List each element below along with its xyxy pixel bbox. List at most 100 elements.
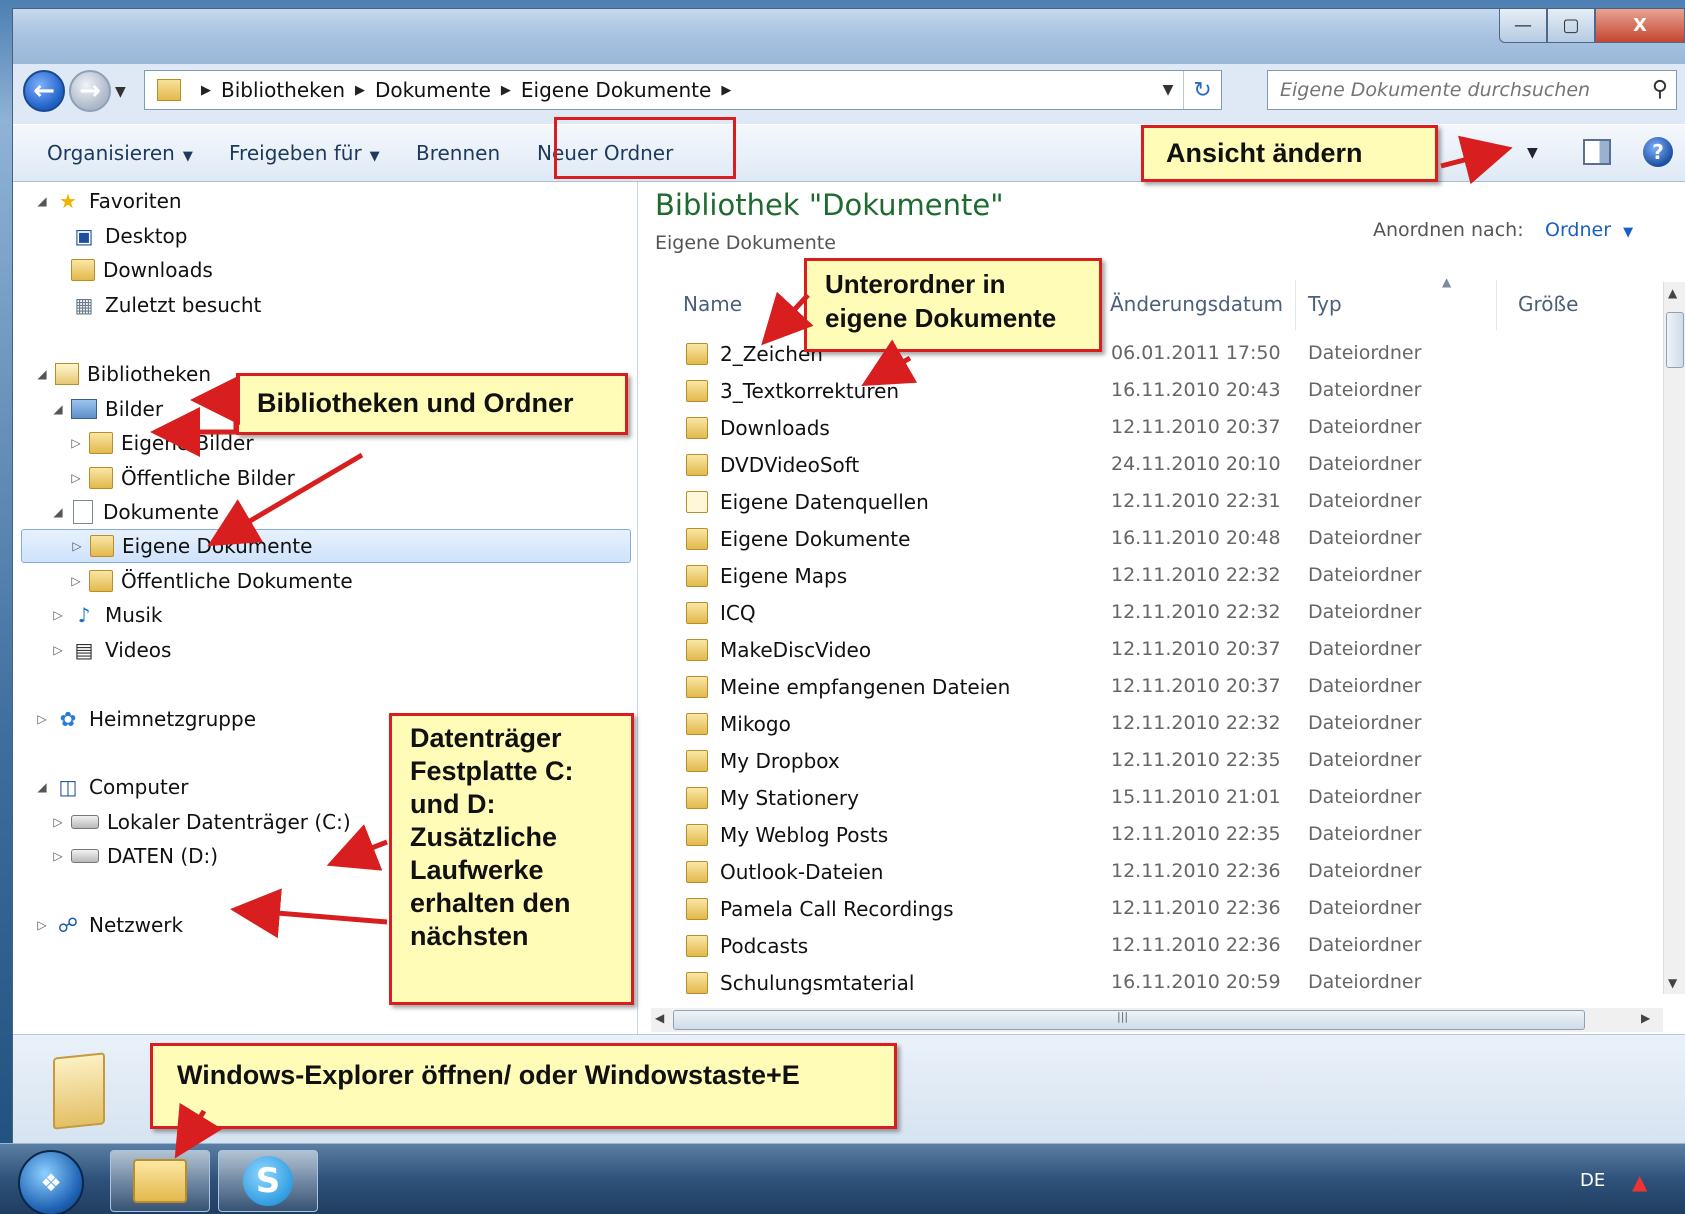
- tree-libraries[interactable]: ◢ Bibliotheken: [33, 357, 211, 391]
- breadcrumb-my-documents[interactable]: Eigene Dokumente: [521, 78, 711, 102]
- file-row[interactable]: 3_Textkorrekturen 16.11.2010 20:43 Dateior…: [638, 372, 1648, 409]
- tree-public-pictures[interactable]: ▷ Öffentliche Bilder: [67, 461, 294, 495]
- expanded-arrow-icon[interactable]: ◢: [49, 402, 67, 416]
- tree-my-pictures[interactable]: ▷ Eigene Bilder: [67, 426, 253, 460]
- tree-public-documents[interactable]: ▷ Öffentliche Dokumente: [67, 564, 352, 598]
- file-row[interactable]: Meine empfangenen Dateien 12.11.2010 20:3…: [638, 668, 1648, 705]
- scroll-down-icon[interactable]: ▼: [1668, 976, 1677, 990]
- collapsed-arrow-icon[interactable]: ▷: [68, 539, 86, 553]
- column-divider[interactable]: [1496, 280, 1497, 330]
- scrollbar-thumb[interactable]: [1666, 312, 1684, 368]
- column-header-name[interactable]: Name: [683, 292, 742, 316]
- tree-music[interactable]: ▷ ♪ Musik: [49, 598, 162, 632]
- collapsed-arrow-icon[interactable]: ▷: [67, 574, 85, 588]
- vertical-scrollbar[interactable]: ▲ ▼: [1663, 282, 1685, 994]
- file-row[interactable]: My Stationery 15.11.2010 21:01 Dateiordner: [638, 779, 1648, 816]
- file-row[interactable]: Eigene Maps 12.11.2010 22:32 Dateiordner: [638, 557, 1648, 594]
- close-button[interactable]: X: [1595, 9, 1685, 43]
- tree-libraries-label: Bibliotheken: [87, 362, 211, 386]
- forward-arrow-icon[interactable]: →: [69, 70, 111, 112]
- tree-computer[interactable]: ◢ ◫ Computer: [33, 770, 188, 804]
- tree-favorites[interactable]: ◢ ★ Favoriten: [33, 184, 181, 218]
- expanded-arrow-icon[interactable]: ◢: [33, 194, 51, 208]
- view-dropdown-icon[interactable]: ▼: [1527, 145, 1538, 161]
- collapsed-arrow-icon[interactable]: ▷: [67, 436, 85, 450]
- tree-homegroup[interactable]: ▷ ✿ Heimnetzgruppe: [33, 702, 256, 736]
- column-header-date[interactable]: Änderungsdatum: [1110, 292, 1283, 316]
- minimize-button[interactable]: —: [1499, 9, 1547, 43]
- expanded-arrow-icon[interactable]: ◢: [33, 780, 51, 794]
- file-row[interactable]: ICQ 12.11.2010 22:32 Dateiordner: [638, 594, 1648, 631]
- file-row[interactable]: Outlook-Dateien 12.11.2010 22:36 Dateiordn…: [638, 853, 1648, 890]
- burn-button[interactable]: Brennen: [416, 141, 500, 165]
- breadcrumb-libraries[interactable]: Bibliotheken: [221, 78, 345, 102]
- expanded-arrow-icon[interactable]: ◢: [33, 367, 51, 381]
- file-row[interactable]: Schulungsmtaterial 16.11.2010 20:59 Dateio…: [638, 964, 1648, 1001]
- scroll-up-icon[interactable]: ▲: [1668, 286, 1677, 300]
- collapsed-arrow-icon[interactable]: ▷: [49, 815, 67, 829]
- help-icon[interactable]: ?: [1643, 137, 1673, 167]
- file-row[interactable]: 2_Zeichen 06.01.2011 17:50 Dateiordner: [638, 335, 1648, 372]
- organize-menu-button[interactable]: Organisieren ▼: [47, 141, 193, 165]
- file-row[interactable]: Podcasts 12.11.2010 22:36 Dateiordner: [638, 927, 1648, 964]
- file-row[interactable]: Downloads 12.11.2010 20:37 Dateiordner: [638, 409, 1648, 446]
- maximize-button[interactable]: ▢: [1547, 9, 1595, 43]
- taskbar-explorer-button[interactable]: [110, 1150, 210, 1212]
- tree-documents[interactable]: ◢ Dokumente: [49, 495, 219, 529]
- file-row[interactable]: DVDVideoSoft 24.11.2010 20:10 Dateiordner: [638, 446, 1648, 483]
- tree-my-documents[interactable]: ▷ Eigene Dokumente: [21, 529, 631, 563]
- back-arrow-icon[interactable]: ←: [23, 70, 65, 112]
- file-row[interactable]: Mikogo 12.11.2010 22:32 Dateiordner: [638, 705, 1648, 742]
- share-menu-button[interactable]: Freigeben für ▼: [229, 141, 380, 165]
- horizontal-scrollbar[interactable]: ◀ ||| ▶: [651, 1008, 1663, 1032]
- breadcrumb-documents[interactable]: Dokumente: [375, 78, 491, 102]
- refresh-icon[interactable]: ↻: [1183, 71, 1221, 109]
- chevron-right-icon[interactable]: ▶: [501, 83, 511, 98]
- taskbar-skype-button[interactable]: S: [218, 1150, 318, 1212]
- tree-pictures[interactable]: ◢ Bilder: [49, 392, 163, 426]
- address-history-dropdown-icon[interactable]: ▼: [1153, 82, 1183, 98]
- expanded-arrow-icon[interactable]: ◢: [49, 505, 67, 519]
- folder-icon: [686, 380, 708, 402]
- search-icon[interactable]: ⚲: [1652, 77, 1668, 102]
- arrange-by-dropdown[interactable]: Ordner ▼: [1545, 219, 1633, 241]
- collapsed-arrow-icon[interactable]: ▷: [33, 918, 51, 932]
- tree-desktop[interactable]: ▣ Desktop: [49, 219, 188, 253]
- recent-pages-dropdown-icon[interactable]: ▼: [115, 84, 126, 100]
- tray-network-icon[interactable]: ▲: [1632, 1170, 1647, 1194]
- collapsed-arrow-icon[interactable]: ▷: [33, 712, 51, 726]
- view-options-icon[interactable]: ☰: [1473, 141, 1491, 165]
- file-row[interactable]: My Weblog Posts 12.11.2010 22:35 Dateiordn…: [638, 816, 1648, 853]
- tree-videos[interactable]: ▷ ▤ Videos: [49, 633, 171, 667]
- file-row[interactable]: MakeDiscVideo 12.11.2010 20:37 Dateiordner: [638, 631, 1648, 668]
- tree-network[interactable]: ▷ ☍ Netzwerk: [33, 908, 183, 942]
- collapsed-arrow-icon[interactable]: ▷: [49, 849, 67, 863]
- chevron-right-icon[interactable]: ▶: [355, 83, 365, 98]
- column-header-size[interactable]: Größe: [1518, 292, 1578, 316]
- file-row[interactable]: My Dropbox 12.11.2010 22:35 Dateiordner: [638, 742, 1648, 779]
- search-input[interactable]: [1280, 79, 1640, 101]
- tree-downloads[interactable]: Downloads: [49, 253, 213, 287]
- preview-pane-icon[interactable]: [1583, 139, 1611, 165]
- file-row[interactable]: Eigene Datenquellen 12.11.2010 22:31 Datei…: [638, 483, 1648, 520]
- address-bar[interactable]: ▶ Bibliotheken ▶ Dokumente ▶ Eigene Doku…: [144, 70, 1222, 110]
- file-row[interactable]: Pamela Call Recordings 12.11.2010 22:36 Da…: [638, 890, 1648, 927]
- chevron-right-icon[interactable]: ▶: [201, 83, 211, 98]
- tree-documents-label: Dokumente: [103, 500, 219, 524]
- tree-recent[interactable]: ▦ Zuletzt besucht: [49, 288, 262, 322]
- collapsed-arrow-icon[interactable]: ▷: [49, 643, 67, 657]
- collapsed-arrow-icon[interactable]: ▷: [67, 471, 85, 485]
- tree-drive-c[interactable]: ▷ Lokaler Datenträger (C:): [49, 805, 350, 839]
- language-indicator[interactable]: DE: [1580, 1170, 1605, 1191]
- windows-start-icon[interactable]: ❖: [18, 1150, 84, 1214]
- collapsed-arrow-icon[interactable]: ▷: [49, 608, 67, 622]
- search-box[interactable]: ⚲: [1267, 70, 1677, 110]
- file-row[interactable]: Eigene Dokumente 16.11.2010 20:48 Dateiord…: [638, 520, 1648, 557]
- scrollbar-thumb[interactable]: [673, 1010, 1585, 1030]
- tree-drive-d[interactable]: ▷ DATEN (D:): [49, 839, 218, 873]
- scroll-left-icon[interactable]: ◀: [655, 1011, 664, 1025]
- column-header-type[interactable]: Typ: [1308, 292, 1342, 316]
- column-divider[interactable]: [1295, 280, 1296, 330]
- chevron-right-icon[interactable]: ▶: [721, 83, 731, 98]
- scroll-right-icon[interactable]: ▶: [1641, 1011, 1650, 1025]
